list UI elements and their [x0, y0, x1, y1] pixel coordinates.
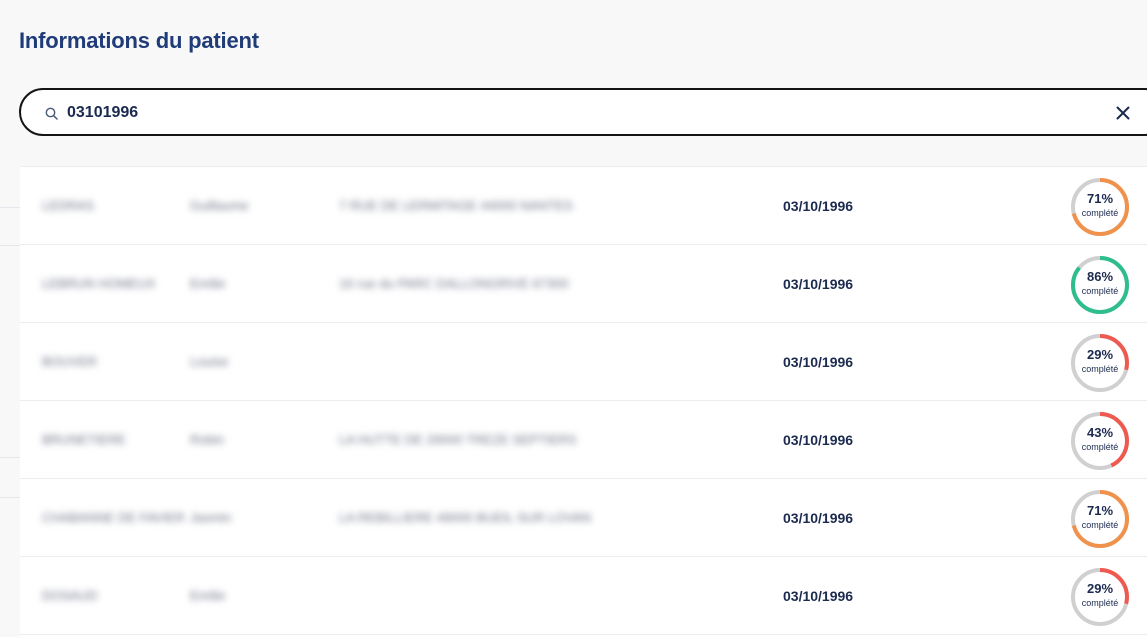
- patient-last-name: DOSAUD: [42, 588, 98, 603]
- completion-ring: 43% complété: [1070, 411, 1130, 471]
- background-divider: [0, 497, 22, 498]
- background-divider: [0, 207, 22, 208]
- patient-birth-date: 03/10/1996: [783, 432, 854, 448]
- patient-first-name: Emilie: [190, 276, 226, 291]
- completion-label: complété: [1081, 364, 1119, 374]
- close-icon[interactable]: [1114, 104, 1132, 122]
- completion-ring: 71% complété: [1070, 177, 1130, 237]
- patient-last-name: CHABANNE DE FAVIER: [42, 510, 185, 525]
- background-divider: [0, 245, 22, 246]
- completion-ring: 29% complété: [1070, 567, 1130, 627]
- patient-birth-date: 03/10/1996: [783, 276, 854, 292]
- completion-label: complété: [1081, 208, 1119, 218]
- patient-last-name: BRUNETIERE: [42, 432, 126, 447]
- patient-first-name: Louise: [190, 354, 229, 369]
- patient-address: 7 RUE DE LERMITAGE 44000 NANTES: [339, 198, 573, 213]
- patient-first-name: Emilie: [190, 588, 226, 603]
- completion-label: complété: [1081, 598, 1119, 608]
- completion-ring: 86% complété: [1070, 255, 1130, 315]
- patient-last-name: BOUVER: [42, 354, 97, 369]
- completion-ring: 29% complété: [1070, 333, 1130, 393]
- patient-last-name: LEDRAS: [42, 198, 95, 213]
- completion-ring: 71% complété: [1070, 489, 1130, 549]
- patient-row[interactable]: CHABANNE DE FAVIER Jasmin LA REBILLIERE 49…: [20, 479, 1147, 557]
- search-bar[interactable]: [19, 88, 1147, 136]
- completion-label: complété: [1081, 286, 1119, 296]
- page-title: Informations du patient: [19, 28, 259, 53]
- search-input[interactable]: [67, 100, 967, 126]
- patient-row[interactable]: DOSAUD Emilie 03/10/1996 29% complété: [20, 557, 1147, 635]
- patient-address: 16 rue du PARC DALLONGRIVE 67300: [339, 276, 569, 291]
- search-results-list: LEDRAS Guillaume 7 RUE DE LERMITAGE 44000 …: [20, 166, 1147, 637]
- completion-percent: 43%: [1086, 425, 1114, 440]
- patient-row[interactable]: LEDRAS Guillaume 7 RUE DE LERMITAGE 44000 …: [20, 167, 1147, 245]
- patient-address: LA HUTTE DE 29000 TREZE SEPTIERS: [339, 432, 577, 447]
- patient-last-name: LEBRUN HOMEUX: [42, 276, 156, 291]
- completion-percent: 71%: [1086, 191, 1114, 206]
- patient-first-name: Guillaume: [190, 198, 249, 213]
- patient-birth-date: 03/10/1996: [783, 354, 854, 370]
- patient-birth-date: 03/10/1996: [783, 510, 854, 526]
- patient-first-name: Robin: [190, 432, 224, 447]
- patient-birth-date: 03/10/1996: [783, 588, 854, 604]
- completion-percent: 71%: [1086, 503, 1114, 518]
- patient-first-name: Jasmin: [190, 510, 232, 525]
- completion-label: complété: [1081, 520, 1119, 530]
- search-icon: [45, 107, 58, 120]
- completion-percent: 86%: [1086, 269, 1114, 284]
- patient-row[interactable]: LEBRUN HOMEUX Emilie 16 rue du PARC DALLON…: [20, 245, 1147, 323]
- completion-percent: 29%: [1086, 347, 1114, 362]
- patient-birth-date: 03/10/1996: [783, 198, 854, 214]
- patient-row[interactable]: BRUNETIERE Robin LA HUTTE DE 29000 TREZE S…: [20, 401, 1147, 479]
- completion-label: complété: [1081, 442, 1119, 452]
- completion-percent: 29%: [1086, 581, 1114, 596]
- patient-row[interactable]: BOUVER Louise 03/10/1996 29% complété: [20, 323, 1147, 401]
- background-divider: [0, 457, 22, 458]
- patient-address: LA REBILLIERE 49000 BUEIL SUR LOVAN: [339, 510, 592, 525]
